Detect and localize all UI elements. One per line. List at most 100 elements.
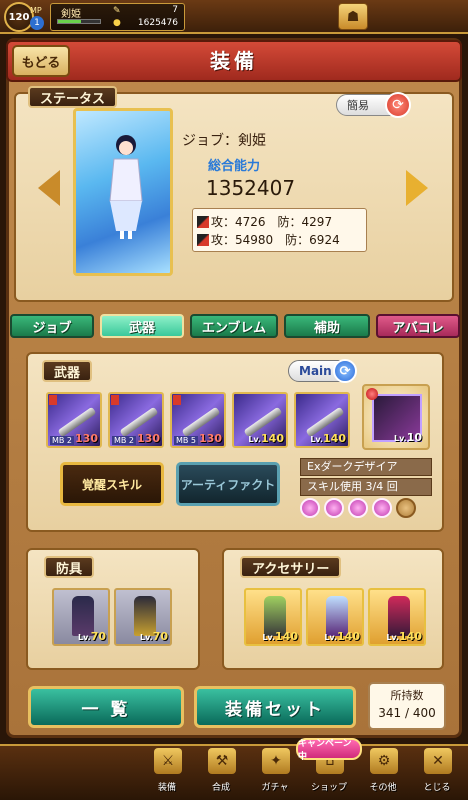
- skill-name: Exダークデザイア: [300, 458, 432, 476]
- refresh-icon: ⟳: [385, 92, 411, 118]
- owned-count-box: 所持数 341 / 400: [368, 682, 446, 730]
- next-character-arrow[interactable]: [406, 170, 428, 206]
- nav-close[interactable]: ✕ とじる: [412, 744, 462, 798]
- weapon-mb: MB 5: [174, 436, 199, 445]
- weapon-level: Lv.140: [248, 432, 284, 445]
- armor-level-value: 70: [90, 630, 106, 643]
- campaign-badge[interactable]: キャンペーン中: [296, 738, 362, 762]
- accessory-level: Lv.140: [324, 630, 360, 643]
- skill-charge-empty-icon: [396, 498, 416, 518]
- stat-row-2: 攻：54980 防：6924: [197, 231, 340, 248]
- armor-level: Lv.70: [77, 630, 106, 643]
- stamina-value: 7: [172, 5, 178, 15]
- job-label: ジョブ：剣姫: [182, 133, 266, 149]
- weapon-mb: MB 2: [112, 436, 137, 445]
- player-name: 剣姫: [61, 9, 81, 20]
- stamina-icon: ✎: [113, 6, 121, 16]
- character-card[interactable]: [73, 108, 173, 276]
- gear-icon: ⚙: [370, 748, 398, 774]
- weapon-level: 130: [137, 432, 160, 445]
- favorite-flag-icon: [49, 395, 57, 405]
- attack-stat-icon: [197, 216, 209, 228]
- artifact-button[interactable]: アーティファクト: [176, 462, 280, 506]
- nav-gacha[interactable]: ✦ ガチャ: [250, 744, 300, 798]
- skill-charge-icon: [372, 498, 392, 518]
- weapon-level: 130: [199, 432, 222, 445]
- weapon-slot-4[interactable]: Lv.140: [232, 392, 288, 448]
- armor-slot-1[interactable]: Lv.70: [52, 588, 110, 646]
- sword-icon: ⚔: [154, 748, 182, 774]
- owned-count-value: 341 / 400: [378, 706, 436, 720]
- armor-section-label: 防具: [44, 556, 95, 578]
- weapon-slot-3[interactable]: MB 5 130: [170, 392, 226, 448]
- skill-charge-icon: [300, 498, 320, 518]
- nav-equipment-label: 装備: [157, 783, 176, 793]
- exp-bar-fill: [58, 20, 82, 23]
- owned-count-label: 所持数: [390, 689, 424, 702]
- stat-row-2-text: 攻：54980 防：6924: [211, 233, 340, 247]
- tab-emblem[interactable]: エンブレム: [190, 314, 278, 338]
- weapon-level-value: 140: [261, 432, 284, 445]
- simple-view-label: 簡易: [347, 99, 369, 112]
- weapon-section-label: 武器: [42, 360, 93, 382]
- accessory-level: Lv.140: [386, 630, 422, 643]
- favorite-flag-icon: [173, 395, 181, 405]
- special-weapon-slot[interactable]: Lv.10: [362, 384, 430, 450]
- tab-weapon[interactable]: 武器: [100, 314, 184, 338]
- total-power-value: 1352407: [206, 176, 296, 200]
- stat-row-1: 攻：4726 防：4297: [197, 213, 332, 230]
- nav-synthesis[interactable]: ⚒ 合成: [196, 744, 246, 798]
- weapon-level-value: 140: [323, 432, 346, 445]
- nav-equipment[interactable]: ⚔ 装備: [142, 744, 192, 798]
- title-bar: 装備: [6, 40, 462, 82]
- nav-close-label: とじる: [423, 783, 451, 793]
- nav-other[interactable]: ⚙ その他: [358, 744, 408, 798]
- weapon-slot-5[interactable]: Lv.140: [294, 392, 350, 448]
- nav-gacha-label: ガチャ: [261, 783, 289, 793]
- skill-use-count: スキル使用 3/4 回: [300, 478, 432, 496]
- accessory-level: Lv.140: [262, 630, 298, 643]
- nav-other-label: その他: [369, 783, 397, 793]
- nav-shop-label: ショップ: [310, 783, 347, 793]
- mp-label: MP: [30, 6, 42, 15]
- list-button[interactable]: 一 覧: [28, 686, 184, 728]
- previous-character-arrow[interactable]: [38, 170, 60, 206]
- nav-synthesis-label: 合成: [211, 783, 230, 793]
- simple-view-toggle[interactable]: 簡易 ⟳: [336, 92, 411, 118]
- gacha-icon: ✦: [262, 748, 290, 774]
- back-button[interactable]: もどる: [12, 45, 70, 77]
- accessory-level-value: 140: [275, 630, 298, 643]
- gold-value: 1625476: [137, 18, 178, 28]
- tab-job[interactable]: ジョブ: [10, 314, 94, 338]
- close-icon: ✕: [424, 748, 452, 774]
- special-weapon-level: Lv.10: [393, 431, 422, 444]
- profile-menu-button[interactable]: ☗: [338, 3, 368, 30]
- status-section-label: ステータス: [28, 86, 118, 108]
- hammer-icon: ⚒: [208, 748, 236, 774]
- main-set-toggle[interactable]: Main ⟳: [288, 359, 357, 383]
- armor-slot-2[interactable]: Lv.70: [114, 588, 172, 646]
- weapon-level: Lv.140: [310, 432, 346, 445]
- weapon-slot-2[interactable]: MB 2 130: [108, 392, 164, 448]
- stat-row-1-text: 攻：4726 防：4297: [211, 215, 333, 229]
- awaken-skill-button[interactable]: 覚醒スキル: [60, 462, 164, 506]
- red-gem-icon: [366, 388, 378, 400]
- accessory-slot-3[interactable]: Lv.140: [368, 588, 426, 646]
- weapon-slot-1[interactable]: MB 2 130: [46, 392, 102, 448]
- equipment-set-button[interactable]: 装備セット: [194, 686, 356, 728]
- accessory-level-value: 140: [337, 630, 360, 643]
- armor-level-value: 70: [152, 630, 168, 643]
- main-set-label: Main: [299, 364, 332, 378]
- exp-bar: [57, 19, 101, 24]
- tab-avatar-collection[interactable]: アバコレ: [376, 314, 460, 338]
- accessory-slot-2[interactable]: Lv.140: [306, 588, 364, 646]
- weapon-mb: MB 2: [50, 436, 75, 445]
- special-weapon-level-value: 10: [406, 431, 422, 444]
- gold-coin-icon: ●: [113, 18, 121, 28]
- top-status-bar: 120 MP 1 剣姫 ✎ 7 ● 1625476 ☗: [0, 0, 468, 34]
- accessory-level-value: 140: [399, 630, 422, 643]
- total-power-label: 総合能力: [208, 159, 261, 174]
- accessory-slot-1[interactable]: Lv.140: [244, 588, 302, 646]
- player-info-panel: 剣姫 ✎ 7 ● 1625476: [50, 3, 185, 31]
- tab-support[interactable]: 補助: [284, 314, 370, 338]
